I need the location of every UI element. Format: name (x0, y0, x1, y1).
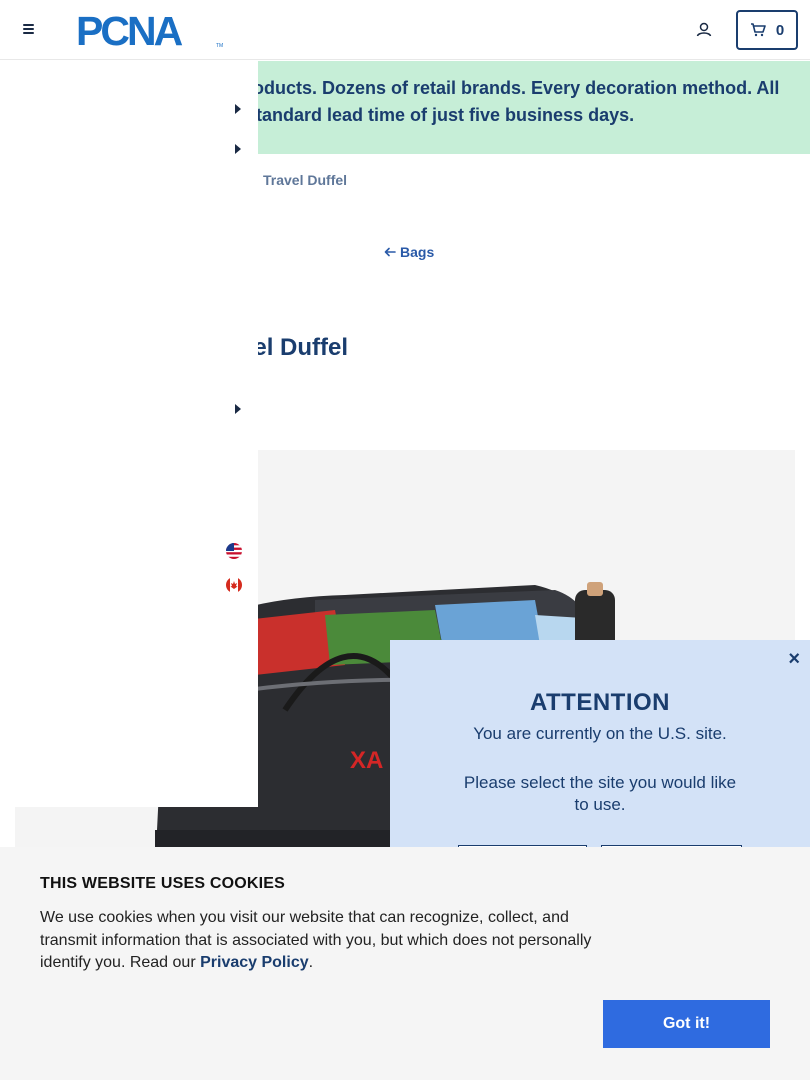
back-link-label: Bags (400, 244, 435, 260)
cookie-body: We use cookies when you visit our websit… (40, 909, 592, 971)
svg-text:PCNA: PCNA (76, 10, 183, 50)
svg-text:TM: TM (216, 43, 223, 49)
back-to-bags-link[interactable]: Bags (384, 244, 434, 260)
us-flag-icon[interactable] (226, 543, 242, 559)
account-icon[interactable] (694, 20, 714, 40)
cookie-title: THIS WEBSITE USES COOKIES (40, 875, 286, 892)
site-header: PCNA TM 0 (0, 0, 810, 60)
canada-flag-icon[interactable] (226, 577, 242, 593)
caret-right-icon[interactable] (234, 144, 242, 154)
caret-right-icon[interactable] (234, 104, 242, 114)
privacy-policy-link[interactable]: Privacy Policy (200, 954, 309, 971)
arrow-left-icon (384, 247, 396, 257)
modal-message: You are currently on the U.S. site. (473, 724, 727, 743)
cart-button[interactable]: 0 (736, 10, 798, 50)
hamburger-icon[interactable] (18, 20, 38, 40)
modal-prompt: Please select the site you would like to… (463, 773, 737, 814)
svg-text:XA: XA (350, 747, 383, 774)
cookie-text: We use cookies when you visit our websit… (40, 907, 610, 975)
close-icon[interactable]: × (788, 648, 800, 671)
pcna-logo[interactable]: PCNA TM (76, 10, 226, 50)
promo-text: roducts. Dozens of retail brands. Every … (246, 78, 780, 125)
cookie-banner: THIS WEBSITE USES COOKIES We use cookies… (0, 847, 810, 1080)
site-selector-modal: × ATTENTION You are currently on the U.S… (390, 640, 810, 885)
side-navigation (0, 58, 258, 807)
breadcrumb-current[interactable]: Travel Duffel (263, 172, 347, 188)
cart-count: 0 (775, 21, 785, 39)
accept-cookies-button[interactable]: Got it! (603, 1000, 770, 1048)
cart-icon (750, 23, 766, 37)
modal-title: ATTENTION (529, 689, 671, 716)
cookie-period: . (308, 954, 314, 971)
caret-right-icon[interactable] (234, 404, 242, 414)
